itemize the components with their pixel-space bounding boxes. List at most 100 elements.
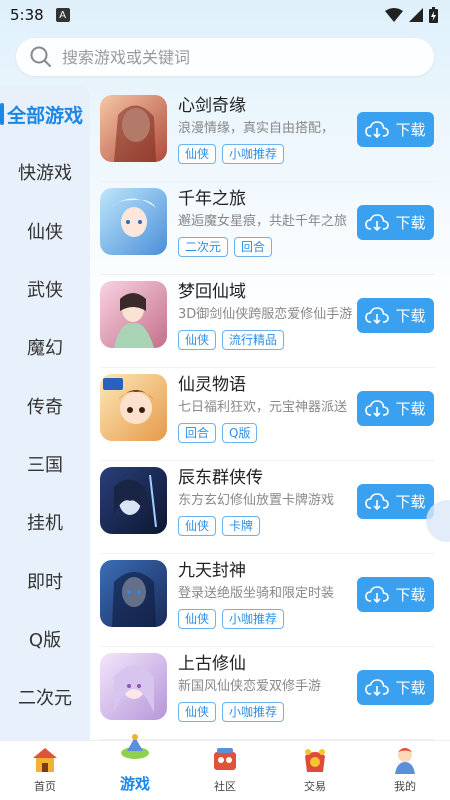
download-label: 下载 — [395, 214, 426, 232]
game-thumbnail — [100, 467, 167, 534]
game-thumbnail — [100, 281, 167, 348]
nav-profile-label: 我的 — [394, 780, 416, 793]
sidebar-item-quick-games[interactable]: 快游戏 — [0, 143, 90, 201]
nav-trade-label: 交易 — [304, 780, 326, 793]
nav-community[interactable]: 社区 — [180, 741, 270, 800]
sidebar-item-q-style[interactable]: Q版 — [0, 610, 90, 668]
download-label: 下载 — [395, 586, 426, 604]
status-time: 5:38 — [10, 6, 44, 24]
game-title: 九天封神 — [178, 561, 246, 581]
game-tag: 回合 — [234, 237, 273, 257]
game-description: 东方玄幻修仙放置卡牌游戏 — [178, 493, 335, 508]
trade-icon — [305, 749, 325, 772]
game-title: 辰东群侠传 — [178, 468, 263, 488]
game-tag: 回合 — [178, 423, 217, 443]
sidebar-item-label: 快游戏 — [18, 163, 72, 185]
game-title: 仙灵物语 — [178, 375, 246, 395]
game-description: 浪漫情缘，真实自由搭配， — [178, 121, 335, 136]
download-button[interactable]: 下载 — [357, 670, 434, 705]
game-item[interactable]: 九天封神 登录送绝版坐骑和限定时装 仙侠 小咖推荐 下载 — [90, 550, 435, 647]
sidebar-item-label: 挂机 — [27, 513, 63, 535]
bottom-nav: 首页 游戏 社区 交易 我的 — [0, 734, 450, 800]
wifi-icon — [385, 8, 403, 22]
sidebar-item-fantasy[interactable]: 魔幻 — [0, 318, 90, 376]
game-title: 梦回仙域 — [178, 282, 246, 302]
notification-a-icon: A — [55, 8, 70, 22]
sidebar-item-label: 即时 — [27, 571, 63, 593]
cloud-download-icon — [365, 678, 390, 696]
nav-community-label: 社区 — [214, 780, 236, 793]
game-description: 七日福利狂欢，元宝神器派送 — [178, 400, 348, 415]
sidebar-item-all-games[interactable]: 全部游戏 — [0, 85, 90, 143]
sidebar-item-wuxia[interactable]: 武侠 — [0, 260, 90, 318]
cloud-download-icon — [365, 492, 390, 510]
game-tag: 小咖推荐 — [222, 144, 285, 164]
game-tag: 仙侠 — [178, 609, 217, 629]
download-button[interactable]: 下载 — [357, 298, 434, 333]
game-tag: 仙侠 — [178, 144, 217, 164]
download-label: 下载 — [395, 121, 426, 139]
sidebar-item-label: Q版 — [28, 629, 62, 651]
download-button[interactable]: 下载 — [357, 484, 434, 519]
home-icon — [33, 748, 57, 772]
game-tag: 仙侠 — [178, 702, 217, 722]
game-tag: 流行精品 — [222, 330, 285, 350]
cloud-download-icon — [365, 585, 390, 603]
sidebar-item-xianxia[interactable]: 仙侠 — [0, 202, 90, 260]
game-description: 登录送绝版坐骑和限定时装 — [178, 586, 335, 601]
game-tag: 小咖推荐 — [222, 702, 285, 722]
game-tag: 仙侠 — [178, 330, 217, 350]
game-thumbnail — [100, 374, 167, 441]
game-title: 上古修仙 — [178, 654, 246, 674]
nav-games[interactable]: 游戏 — [90, 734, 180, 800]
cloud-download-icon — [365, 213, 390, 231]
nav-games-label: 游戏 — [119, 775, 150, 793]
game-tag: 二次元 — [178, 237, 229, 257]
sidebar-item-anime[interactable]: 二次元 — [0, 668, 90, 726]
game-item[interactable]: 仙灵物语 七日福利狂欢，元宝神器派送 回合 Q版 下载 — [90, 364, 435, 461]
nav-home-label: 首页 — [34, 780, 56, 793]
cloud-download-icon — [365, 120, 390, 138]
games-icon — [121, 734, 149, 759]
game-description: 邂逅魔女星痕，共赴千年之旅 — [178, 214, 348, 229]
community-icon — [214, 748, 236, 770]
game-tag: 卡牌 — [222, 516, 261, 536]
game-thumbnail — [100, 95, 167, 162]
signal-icon — [409, 8, 423, 22]
sidebar-item-legend[interactable]: 传奇 — [0, 376, 90, 434]
sidebar-item-three-kingdoms[interactable]: 三国 — [0, 435, 90, 493]
download-button[interactable]: 下载 — [357, 205, 434, 240]
sidebar-item-idle[interactable]: 挂机 — [0, 493, 90, 551]
nav-home[interactable]: 首页 — [0, 741, 90, 800]
download-label: 下载 — [395, 493, 426, 511]
search-input[interactable] — [62, 47, 402, 67]
game-item[interactable]: 千年之旅 邂逅魔女星痕，共赴千年之旅 二次元 回合 下载 — [90, 178, 435, 275]
profile-icon — [395, 748, 415, 774]
sidebar-item-label: 魔幻 — [27, 338, 63, 360]
game-description: 新国风仙侠恋爱双修手游 — [178, 679, 322, 694]
download-button[interactable]: 下载 — [357, 391, 434, 426]
download-label: 下载 — [395, 400, 426, 418]
nav-trade[interactable]: 交易 — [270, 741, 360, 800]
game-item[interactable]: 心剑奇缘 浪漫情缘，真实自由搭配， 仙侠 小咖推荐 下载 — [90, 85, 435, 182]
sidebar-item-realtime[interactable]: 即时 — [0, 551, 90, 609]
game-item[interactable]: 辰东群侠传 东方玄幻修仙放置卡牌游戏 仙侠 卡牌 下载 — [90, 457, 435, 554]
game-list: 心剑奇缘 浪漫情缘，真实自由搭配， 仙侠 小咖推荐 下载 千年之旅 邂逅魔女星痕… — [90, 85, 450, 740]
download-button[interactable]: 下载 — [357, 577, 434, 612]
game-item[interactable]: 梦回仙域 3D御剑仙侠跨服恋爱修仙手游 仙侠 流行精品 下载 — [90, 271, 435, 368]
status-bar: 5:38 A — [0, 0, 450, 30]
battery-icon — [429, 7, 438, 23]
game-tag: 小咖推荐 — [222, 609, 285, 629]
status-icons — [385, 7, 438, 23]
game-title: 千年之旅 — [178, 189, 246, 209]
download-label: 下载 — [395, 307, 426, 325]
nav-profile[interactable]: 我的 — [360, 741, 450, 800]
game-item[interactable]: 上古修仙 新国风仙侠恋爱双修手游 仙侠 小咖推荐 下载 — [90, 643, 435, 740]
game-description: 3D御剑仙侠跨服恋爱修仙手游 — [178, 307, 353, 322]
sidebar-item-label: 仙侠 — [27, 221, 63, 243]
game-tag: Q版 — [222, 423, 258, 443]
download-button[interactable]: 下载 — [357, 112, 434, 147]
category-sidebar: 全部游戏 快游戏 仙侠 武侠 魔幻 传奇 三国 挂机 即时 Q版 二次元 — [0, 85, 90, 740]
search-bar[interactable] — [16, 38, 434, 76]
sidebar-item-label: 武侠 — [27, 280, 63, 302]
